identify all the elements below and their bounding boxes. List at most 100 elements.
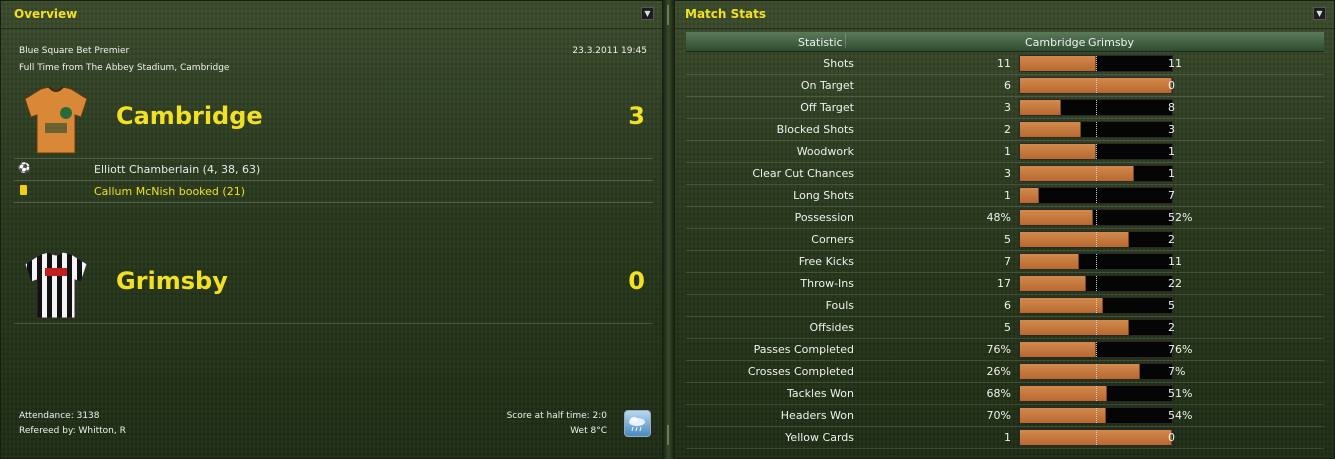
- splitter-grip: [667, 425, 669, 445]
- stat-comparison-bar: [1019, 55, 1173, 72]
- stats-title: Match Stats: [685, 7, 766, 21]
- stat-midline: [1096, 232, 1097, 247]
- stat-midline: [1096, 100, 1097, 115]
- stat-label: Yellow Cards: [785, 431, 854, 444]
- booking-event-text[interactable]: Callum McNish booked (21): [94, 185, 245, 198]
- stat-midline: [1096, 78, 1097, 93]
- overview-title: Overview: [14, 7, 78, 21]
- away-team-score: 0: [628, 267, 645, 295]
- stat-home-bar-fill: [1020, 166, 1134, 181]
- stat-label: Passes Completed: [753, 343, 854, 356]
- splitter-grip: [667, 5, 669, 25]
- stat-midline: [1096, 276, 1097, 291]
- yellow-card-icon: [20, 185, 27, 195]
- stat-label: Possession: [794, 211, 854, 224]
- stat-label: Off Target: [800, 101, 854, 114]
- overview-panel: Overview ▼ Blue Square Bet Premier 23.3.…: [0, 0, 663, 459]
- stat-home-value: 2: [1004, 123, 1011, 136]
- stat-away-value: 11: [1168, 57, 1182, 70]
- home-team-score: 3: [628, 102, 645, 130]
- stat-home-value: 76%: [986, 343, 1011, 356]
- stat-midline: [1096, 188, 1097, 203]
- stat-row: Fouls 6 5: [686, 295, 1324, 317]
- stat-home-bar-fill: [1020, 276, 1086, 291]
- stat-home-bar-fill: [1020, 298, 1103, 313]
- overview-header: Overview ▼: [1, 1, 662, 29]
- match-datetime: 23.3.2011 19:45: [572, 46, 647, 56]
- stat-away-value: 7%: [1168, 365, 1186, 378]
- stat-row: Possession 48% 52%: [686, 207, 1324, 229]
- stat-away-value: 2: [1168, 321, 1175, 334]
- stat-comparison-bar: [1019, 209, 1173, 226]
- stat-midline: [1096, 430, 1097, 445]
- stat-comparison-bar: [1019, 187, 1173, 204]
- stat-comparison-bar: [1019, 363, 1173, 380]
- away-kit-shirt-icon: [21, 250, 91, 322]
- stat-home-value: 1: [1004, 189, 1011, 202]
- stat-comparison-bar: [1019, 385, 1173, 402]
- stat-comparison-bar: [1019, 121, 1173, 138]
- stat-home-value: 11: [997, 57, 1011, 70]
- column-statistic[interactable]: Statistic: [798, 36, 843, 49]
- stat-comparison-bar: [1019, 429, 1173, 446]
- stat-row: Blocked Shots 2 3: [686, 119, 1324, 141]
- stat-midline: [1096, 144, 1097, 159]
- stats-menu-button[interactable]: ▼: [1313, 7, 1326, 20]
- stat-comparison-bar: [1019, 319, 1173, 336]
- stat-label: Woodwork: [796, 145, 854, 158]
- divider: [14, 323, 653, 324]
- stat-comparison-bar: [1019, 253, 1173, 270]
- stat-home-value: 1: [1004, 431, 1011, 444]
- stat-home-bar-fill: [1020, 144, 1096, 159]
- stat-home-value: 26%: [986, 365, 1011, 378]
- stat-comparison-bar: [1019, 99, 1173, 116]
- stat-midline: [1096, 342, 1097, 357]
- column-divider: [845, 34, 846, 48]
- stat-comparison-bar: [1019, 275, 1173, 292]
- stat-away-value: 52%: [1168, 211, 1193, 224]
- stat-label: Tackles Won: [786, 387, 854, 400]
- stat-home-bar-fill: [1020, 56, 1096, 71]
- stat-comparison-bar: [1019, 143, 1173, 160]
- halftime-score: Score at half time: 2:0: [506, 411, 607, 421]
- panel-splitter[interactable]: [663, 0, 674, 459]
- stat-row: Headers Won 70% 54%: [686, 405, 1324, 427]
- overview-menu-button[interactable]: ▼: [641, 7, 654, 20]
- weather-text: Wet 8°C: [570, 426, 607, 436]
- stat-away-value: 0: [1168, 79, 1175, 92]
- goal-event-row: ⚽ Elliott Chamberlain (4, 38, 63): [14, 159, 653, 180]
- stats-header: Match Stats ▼: [675, 1, 1334, 29]
- stat-row: Clear Cut Chances 3 1: [686, 163, 1324, 185]
- stat-away-value: 51%: [1168, 387, 1193, 400]
- stat-midline: [1096, 408, 1097, 423]
- stat-home-value: 6: [1004, 299, 1011, 312]
- stat-home-value: 17: [997, 277, 1011, 290]
- stat-home-bar-fill: [1020, 386, 1107, 401]
- stat-label: Throw-Ins: [800, 277, 854, 290]
- venue-line: Full Time from The Abbey Stadium, Cambri…: [19, 63, 230, 73]
- divider: [14, 202, 653, 203]
- stat-home-bar-fill: [1020, 342, 1096, 357]
- away-team-name[interactable]: Grimsby: [116, 267, 228, 295]
- stat-label: Shots: [823, 57, 854, 70]
- stat-row: Offsides 5 2: [686, 317, 1324, 339]
- stat-comparison-bar: [1019, 297, 1173, 314]
- rain-cloud-icon: [624, 410, 651, 437]
- stat-row: Crosses Completed 26% 7%: [686, 361, 1324, 383]
- stat-row: Tackles Won 68% 51%: [686, 383, 1324, 405]
- home-team-name[interactable]: Cambridge: [116, 102, 263, 130]
- column-home[interactable]: Cambridge: [1025, 36, 1085, 49]
- stat-row: Long Shots 1 7: [686, 185, 1324, 207]
- stat-row: Yellow Cards 1 0: [686, 427, 1324, 449]
- stat-away-value: 0: [1168, 431, 1175, 444]
- goal-event-text[interactable]: Elliott Chamberlain (4, 38, 63): [94, 163, 260, 176]
- stats-table-header: Statistic Cambridge Grimsby: [686, 32, 1324, 52]
- stat-comparison-bar: [1019, 341, 1173, 358]
- stat-midline: [1096, 364, 1097, 379]
- stat-row: Corners 5 2: [686, 229, 1324, 251]
- stat-home-bar-fill: [1020, 254, 1079, 269]
- stat-label: Blocked Shots: [776, 123, 854, 136]
- stat-comparison-bar: [1019, 231, 1173, 248]
- column-away[interactable]: Grimsby: [1088, 36, 1134, 49]
- stat-row: Throw-Ins 17 22: [686, 273, 1324, 295]
